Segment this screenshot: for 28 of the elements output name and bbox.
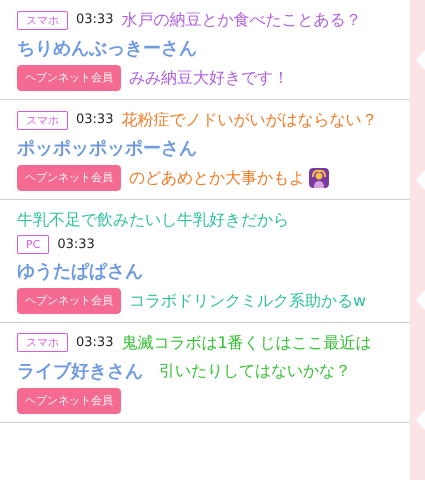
member-badge: ヘブンネット会員 (17, 388, 121, 414)
overlay-comment: コラボドリンクミルク系助かるw (129, 290, 366, 312)
comment-time: 03:33 (76, 334, 114, 352)
arrow-notch-icon (416, 410, 425, 430)
comment-time: 03:33 (57, 236, 95, 254)
user-name: ゆうたぱぱさん (17, 260, 143, 284)
overlay-comment: 花粉症でノドいがいがはならない？ (121, 109, 378, 131)
arrow-notch-icon (416, 170, 425, 190)
device-tag: スマホ (17, 10, 68, 30)
overlay-comment: 鬼滅コラボは1番くじはここ最近は (121, 332, 372, 354)
device-tag: PC (17, 235, 50, 254)
device-tag: スマホ (17, 110, 68, 130)
overlay-comment: 引いたりしてはないかな？ (159, 360, 351, 382)
member-badge: ヘブンネット会員 (17, 288, 121, 314)
member-badge: ヘブンネット会員 (17, 65, 121, 91)
user-name: ポッポッポッポーさん (17, 137, 197, 161)
overlay-comment: 牛乳不足で飲みたいし牛乳好きだから (17, 209, 289, 231)
overlay-comment: 水戸の納豆とか食べたことある？ (121, 9, 362, 31)
user-name: ライブ好きさん (17, 360, 143, 384)
comment-time: 03:33 (76, 111, 114, 130)
member-badge: ヘブンネット会員 (17, 165, 121, 191)
overlay-comment: みみ納豆大好きです！ (129, 67, 289, 89)
comment-time: 03:33 (76, 11, 114, 30)
user-name: ちりめんぶっきーさん (17, 37, 197, 61)
device-tag: スマホ (17, 333, 68, 352)
arrow-notch-icon (416, 290, 425, 310)
arrow-notch-icon (416, 50, 425, 70)
overlay-comment: のどあめとか大事かもよ (129, 167, 305, 189)
